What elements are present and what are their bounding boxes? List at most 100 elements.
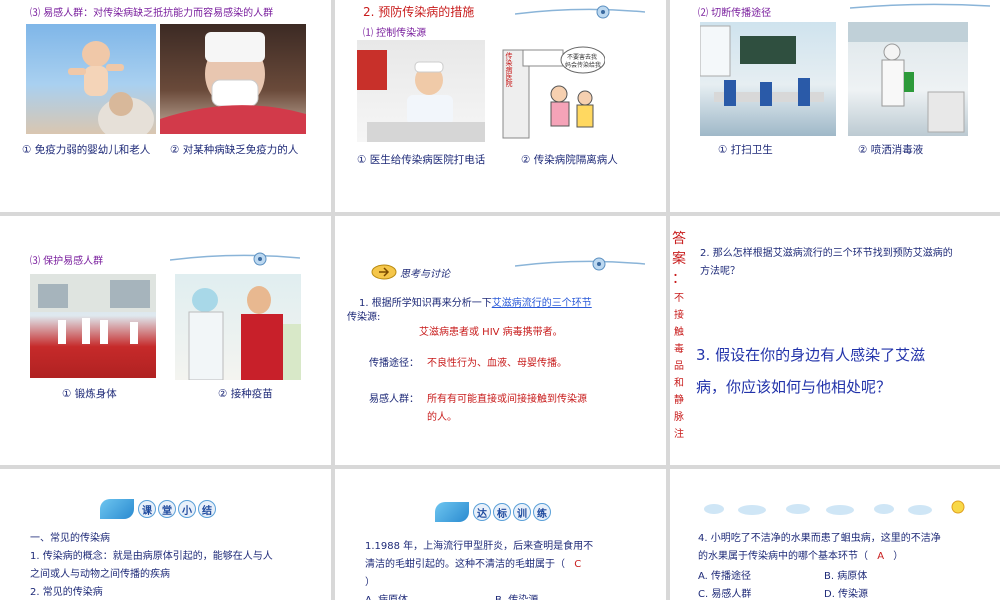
question-3-line-1: 3. 假设在你的身边有人感染了艾滋 (696, 346, 926, 364)
question-3-line-2: 病，你应该如何与他相处呢？ (696, 378, 892, 396)
answer-body-char: 触 (674, 327, 684, 338)
speech-line-2: 妈会传染给我 (565, 62, 602, 69)
isolation-cartoon: 传染病医院 不要害去我 妈会传染给我 (501, 46, 605, 142)
badge-char: 练 (533, 503, 551, 521)
question-2-line-1: 2. 那么怎样根据艾滋病流行的三个环节找到预防艾滋病的 (700, 248, 953, 259)
caption-cleaning: ① 打扫卫生 (718, 144, 773, 156)
slide-6[interactable]: 答 案 ： 不 接 触 毒 品 和 静 脉 注 2. 那么怎样根据艾滋病流行的三… (670, 216, 1000, 465)
answer-char: 案 (672, 251, 686, 267)
answer-body-char: 静 (674, 395, 684, 406)
slide-1[interactable]: ⑶ 易感人群：对传染病缺乏抵抗能力而容易感染的人群 ① 免疫力弱的婴幼儿和老人 … (0, 0, 331, 212)
caption-elderly-infants: ① 免疫力弱的婴幼儿和老人 (22, 144, 151, 156)
answer-body-char: 不 (674, 293, 684, 304)
label-people: 易感人群： (369, 394, 419, 405)
summary-line-1: 一、常见的传染病 (30, 533, 110, 544)
label-route: 传播途径： (369, 358, 419, 369)
question-1: 1. 根据所学知识再来分析一下艾滋病流行的三个环节 (359, 294, 592, 309)
badge-char: 训 (513, 503, 531, 521)
answer-people-line-1: 所有有可能直接或间接接触到传染源 (427, 394, 587, 405)
badge-char: 标 (493, 503, 511, 521)
option-a[interactable]: A. 传播途径 (698, 567, 751, 582)
slide-5[interactable]: 思考与讨论 1. 根据所学知识再来分析一下艾滋病流行的三个环节 传染源: 艾滋病… (335, 216, 666, 465)
slide3-heading: ⑵ 切断传播途径 (698, 8, 772, 19)
swoosh-icon (435, 502, 469, 522)
answer-char: ： (672, 271, 686, 287)
slide-4[interactable]: ⑶ 保护易感人群 ① 锻炼身体 ② 接种疫苗 (0, 216, 331, 465)
option-c[interactable]: C. 易感人群 (698, 585, 751, 600)
masked-patient-illustration (160, 32, 306, 134)
summary-line-3: 之间或人与动物之间传播的疾病 (30, 569, 170, 580)
answer-letter: C (574, 559, 582, 570)
swoosh-icon (100, 499, 134, 519)
vaccination-photo (175, 274, 301, 380)
hospital-sign: 传染病医院 (505, 52, 513, 87)
answer-body-char: 品 (674, 361, 684, 372)
cloud-sun-decoration (704, 500, 965, 515)
practice-q1-line-1: 1.1988 年，上海流行甲型肝炎，后来查明是食用不 (365, 541, 594, 552)
practice-badge: 达 标 训 练 (435, 502, 553, 522)
disinfecting-illustration (848, 22, 968, 133)
doctor-phone-photo (357, 40, 485, 142)
answer-char: 答 (672, 231, 686, 247)
answer-letter: A (877, 551, 885, 562)
slide-2[interactable]: 2. 预防传染病的措施 ⑴ 控制传染源 传染病医院 不要害去我 妈会传染给我 ①… (335, 0, 666, 212)
answer-column: 答 案 ： 不 接 触 毒 品 和 静 脉 注 (672, 232, 686, 440)
cleaning-illustration (700, 25, 824, 106)
slide-9[interactable]: 4. 小明吃了不洁净的水果而患了蛔虫病，这里的不洁净 的水果属于传染病中的哪个基… (670, 469, 1000, 600)
practice-q1-line-3: ） (365, 577, 375, 588)
badge-char: 结 (198, 500, 216, 518)
flower-branch-decoration (515, 5, 645, 19)
answer-route: 不良性行为、血液、母婴传播。 (427, 358, 567, 369)
option-b[interactable]: B. 病原体 (824, 567, 867, 582)
summary-line-4: 2. 常见的传染病 (30, 587, 103, 598)
baby-elderly-illustration (68, 41, 154, 134)
disinfecting-photo (848, 22, 968, 136)
caption-no-immunity: ② 对某种病缺乏免疫力的人 (170, 144, 299, 156)
slide-grid: ⑶ 易感人群：对传染病缺乏抵抗能力而容易感染的人群 ① 免疫力弱的婴幼儿和老人 … (0, 0, 1000, 600)
answer-body-char: 脉 (674, 412, 684, 423)
option-a[interactable]: A. 病原体 (365, 591, 408, 600)
arrow-badge-icon (371, 264, 397, 280)
flower-branch-decoration (515, 257, 645, 271)
caption-exercise: ① 锻炼身体 (62, 388, 117, 400)
badge-char: 小 (178, 500, 196, 518)
slide-7[interactable]: 课 堂 小 结 一、常见的传染病 1. 传染病的概念：就是由病原体引起的，能够在… (0, 469, 331, 600)
baby-elderly-photo (26, 24, 156, 134)
vaccination-illustration (188, 286, 301, 380)
badge-char: 堂 (158, 500, 176, 518)
caption-disinfecting: ② 喷洒消毒液 (858, 144, 924, 156)
heading-number: ⑶ (30, 8, 40, 19)
line2-text: 清洁的毛蚶引起的。这种不清洁的毛蚶属于（ (365, 559, 565, 570)
slide-8[interactable]: 达 标 训 练 1.1988 年，上海流行甲型肝炎，后来查明是食用不 清洁的毛蚶… (335, 469, 666, 600)
flower-branch-decoration (170, 252, 300, 266)
question-2-line-2: 方法呢？ (700, 266, 740, 277)
badge-char: 课 (138, 500, 156, 518)
aids-three-links[interactable]: 艾滋病流行的三个环节 (492, 298, 592, 309)
line2-text: 的水果属于传染病中的哪个基本环节（ (698, 551, 868, 562)
answer-source: 艾滋病患者或 HIV 病毒携带者。 (419, 327, 563, 338)
line2-close: ） (893, 551, 904, 562)
answer-body-char: 注 (674, 429, 684, 440)
question-4-line-2: 的水果属于传染病中的哪个基本环节（ A ） (698, 547, 903, 562)
summary-badge: 课 堂 小 结 (100, 499, 218, 519)
answer-body-char: 接 (674, 310, 684, 321)
doctor-illustration (357, 50, 485, 142)
cleaning-classroom-photo (700, 22, 836, 136)
flower-branch-decoration (850, 3, 990, 9)
think-discuss-badge: 思考与讨论 (371, 264, 450, 280)
answer-body-char: 和 (674, 378, 684, 389)
slide2-subheading: ⑴ 控制传染源 (363, 28, 427, 39)
basketball-illustration (30, 274, 156, 344)
badge-label: 思考与讨论 (400, 268, 450, 280)
label-source: 传染源: (347, 312, 381, 323)
option-d[interactable]: D. 传染源 (824, 585, 868, 600)
question-4-line-1: 4. 小明吃了不洁净的水果而患了蛔虫病，这里的不洁净 (698, 533, 941, 544)
masked-patient-photo (160, 24, 306, 134)
summary-line-2: 1. 传染病的概念：就是由病原体引起的，能够在人与人 (30, 551, 273, 562)
slide2-title: 2. 预防传染病的措施 (363, 5, 475, 19)
slide-3[interactable]: ⑵ 切断传播途径 ① 打扫卫生 ② 喷洒消毒液 (670, 0, 1000, 212)
caption-isolation: ② 传染病院隔离病人 (521, 154, 618, 166)
slide4-heading: ⑶ 保护易感人群 (30, 256, 104, 267)
option-b[interactable]: B. 传染源 (495, 591, 538, 600)
answer-body-char: 毒 (674, 344, 684, 355)
